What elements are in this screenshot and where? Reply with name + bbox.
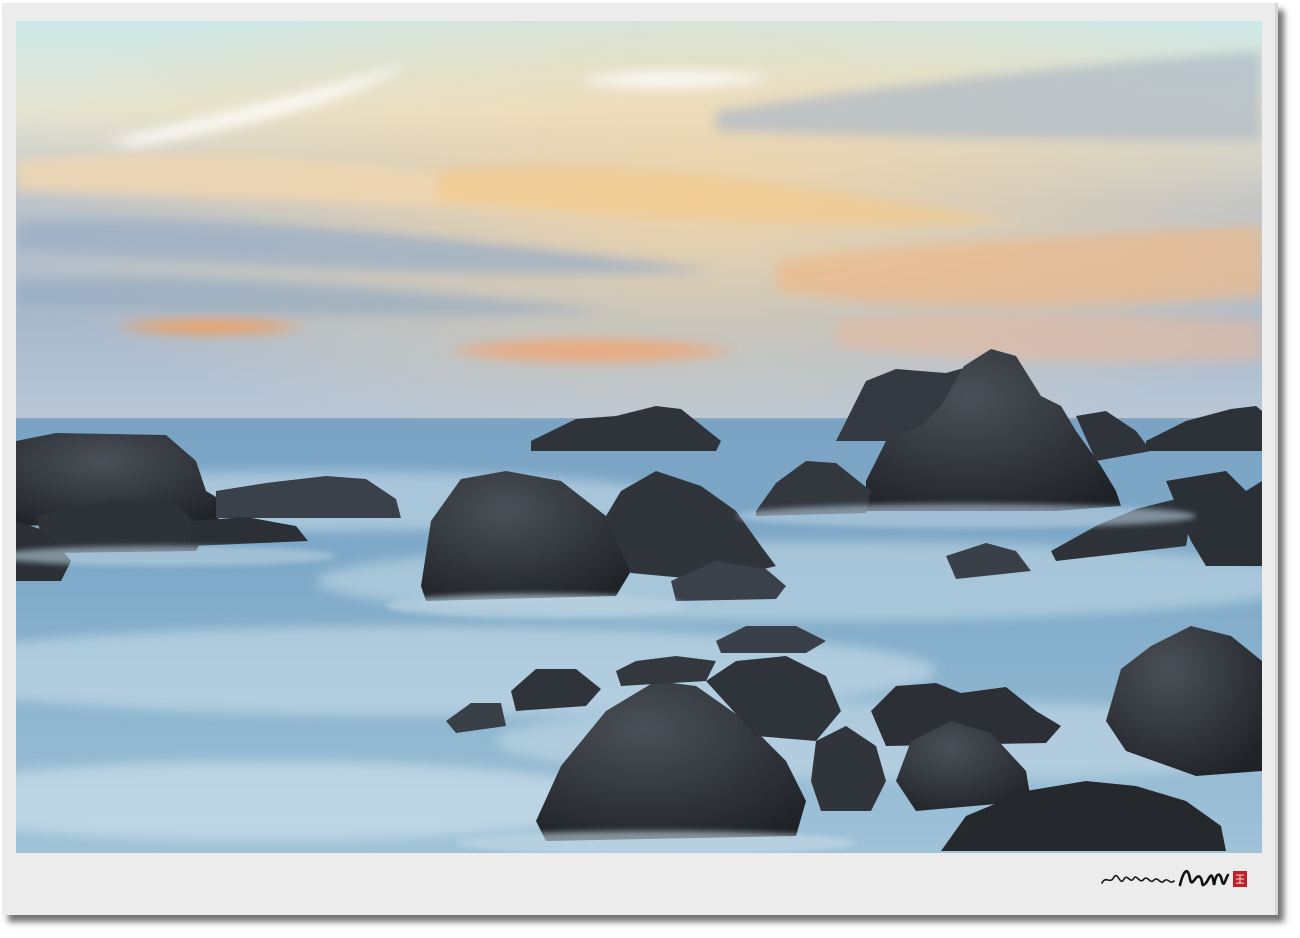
photo-mat-frame [2,3,1278,915]
photographer-signature [1100,863,1250,893]
seascape-photo [16,21,1262,853]
frame-edge [1275,3,1278,915]
seascape-illustration [16,21,1262,853]
calligraphy-signature-icon [1101,870,1247,887]
